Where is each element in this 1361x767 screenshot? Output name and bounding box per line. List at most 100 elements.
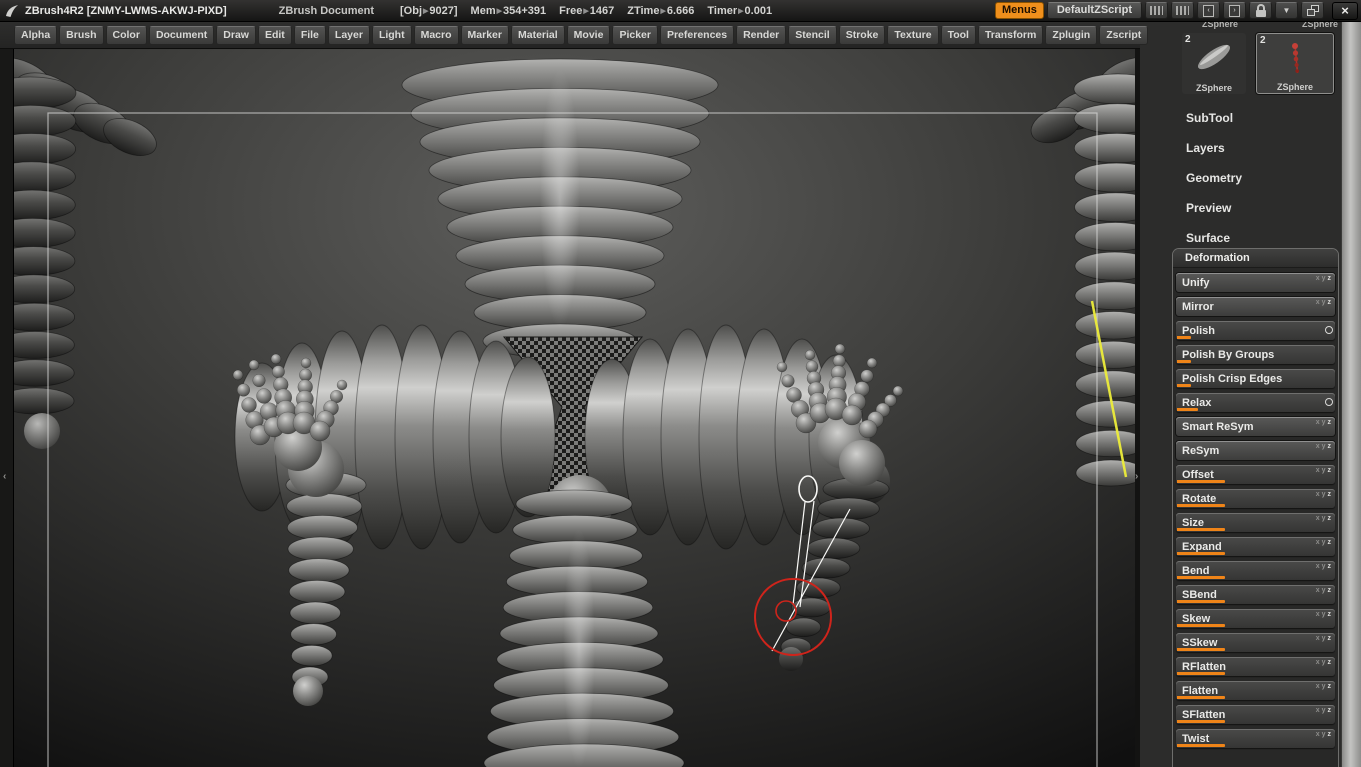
axis-y-toggle[interactable]: y	[1322, 563, 1326, 570]
axis-y-toggle[interactable]: y	[1322, 419, 1326, 426]
menu-file[interactable]: File	[293, 25, 326, 45]
deformation-sflatten[interactable]: SFlatten x y z	[1176, 705, 1335, 724]
axis-z-toggle[interactable]: z	[1328, 635, 1332, 642]
right-scrollbar[interactable]	[1341, 22, 1361, 767]
left-tray-collapse-icon[interactable]: ‹	[3, 472, 6, 482]
restore-window-button[interactable]	[1301, 2, 1324, 19]
axis-y-toggle[interactable]: y	[1322, 587, 1326, 594]
menu-color[interactable]: Color	[105, 25, 147, 45]
axis-x-toggle[interactable]: x	[1316, 683, 1320, 690]
deformation-polish-by-groups[interactable]: Polish By Groups	[1176, 345, 1335, 364]
axis-y-toggle[interactable]: y	[1322, 443, 1326, 450]
menu-draw[interactable]: Draw	[216, 25, 256, 45]
deformation-flatten[interactable]: Flatten x y z	[1176, 681, 1335, 700]
deformation-rotate[interactable]: Rotate x y z	[1176, 489, 1335, 508]
axis-z-toggle[interactable]: z	[1328, 515, 1332, 522]
axis-x-toggle[interactable]: x	[1316, 587, 1320, 594]
deformation-polish[interactable]: Polish	[1176, 321, 1335, 340]
menu-edit[interactable]: Edit	[257, 25, 292, 45]
menu-material[interactable]: Material	[510, 25, 565, 45]
menu-picker[interactable]: Picker	[612, 25, 658, 45]
deformation-smart-resym[interactable]: Smart ReSym x y z	[1176, 417, 1335, 436]
deformation-expand[interactable]: Expand x y z	[1176, 537, 1335, 556]
menu-preferences[interactable]: Preferences	[659, 25, 735, 45]
axis-x-toggle[interactable]: x	[1316, 635, 1320, 642]
menu-render[interactable]: Render	[736, 25, 787, 45]
collapse-ui-button[interactable]: ▼	[1275, 2, 1298, 19]
axis-z-toggle[interactable]: z	[1328, 275, 1332, 282]
axis-x-toggle[interactable]: x	[1316, 467, 1320, 474]
import-document-button[interactable]: ‹	[1197, 2, 1220, 19]
axis-y-toggle[interactable]: y	[1322, 491, 1326, 498]
menu-marker[interactable]: Marker	[460, 25, 509, 45]
menu-zplugin[interactable]: Zplugin	[1045, 25, 1098, 45]
palette-section-subtool[interactable]: SubTool	[1140, 103, 1341, 133]
menu-transform[interactable]: Transform	[977, 25, 1044, 45]
tool-thumbnail-0[interactable]: 2 ZSphere	[1182, 33, 1246, 94]
menu-light[interactable]: Light	[371, 25, 412, 45]
axis-x-toggle[interactable]: x	[1316, 275, 1320, 282]
alt-mode-toggle-icon[interactable]	[1325, 398, 1333, 406]
axis-y-toggle[interactable]: y	[1322, 275, 1326, 282]
axis-z-toggle[interactable]: z	[1328, 683, 1332, 690]
alt-mode-toggle-icon[interactable]	[1325, 326, 1333, 334]
axis-x-toggle[interactable]: x	[1316, 731, 1320, 738]
axis-z-toggle[interactable]: z	[1328, 563, 1332, 570]
axis-z-toggle[interactable]: z	[1328, 467, 1332, 474]
tray-scrub-left-button[interactable]	[1145, 2, 1168, 19]
axis-y-toggle[interactable]: y	[1322, 707, 1326, 714]
axis-z-toggle[interactable]: z	[1328, 299, 1332, 306]
menu-movie[interactable]: Movie	[566, 25, 611, 45]
tool-thumbnail-1[interactable]: 2 ZSphere	[1256, 33, 1334, 94]
axis-z-toggle[interactable]: z	[1328, 539, 1332, 546]
right-tray-collapse-icon[interactable]: ›	[1135, 472, 1138, 482]
menu-alpha[interactable]: Alpha	[14, 25, 58, 45]
axis-x-toggle[interactable]: x	[1316, 659, 1320, 666]
axis-x-toggle[interactable]: x	[1316, 539, 1320, 546]
axis-y-toggle[interactable]: y	[1322, 731, 1326, 738]
menu-zscript[interactable]: Zscript	[1099, 25, 1149, 45]
axis-x-toggle[interactable]: x	[1316, 419, 1320, 426]
axis-z-toggle[interactable]: z	[1328, 419, 1332, 426]
deformation-sbend[interactable]: SBend x y z	[1176, 585, 1335, 604]
menu-stencil[interactable]: Stencil	[788, 25, 837, 45]
deformation-polish-crisp-edges[interactable]: Polish Crisp Edges	[1176, 369, 1335, 388]
deformation-unify[interactable]: Unify x y z	[1176, 273, 1335, 292]
axis-y-toggle[interactable]: y	[1322, 515, 1326, 522]
axis-z-toggle[interactable]: z	[1328, 731, 1332, 738]
axis-x-toggle[interactable]: x	[1316, 563, 1320, 570]
menu-brush[interactable]: Brush	[59, 25, 104, 45]
deformation-skew[interactable]: Skew x y z	[1176, 609, 1335, 628]
axis-z-toggle[interactable]: z	[1328, 659, 1332, 666]
default-zscript-button[interactable]: DefaultZScript	[1046, 2, 1142, 19]
axis-z-toggle[interactable]: z	[1328, 491, 1332, 498]
axis-x-toggle[interactable]: x	[1316, 443, 1320, 450]
axis-z-toggle[interactable]: z	[1328, 443, 1332, 450]
axis-y-toggle[interactable]: y	[1322, 659, 1326, 666]
axis-x-toggle[interactable]: x	[1316, 611, 1320, 618]
axis-x-toggle[interactable]: x	[1316, 707, 1320, 714]
viewport-canvas[interactable]	[14, 49, 1135, 767]
axis-y-toggle[interactable]: y	[1322, 539, 1326, 546]
deformation-relax[interactable]: Relax	[1176, 393, 1335, 412]
axis-x-toggle[interactable]: x	[1316, 515, 1320, 522]
deformation-header[interactable]: Deformation	[1173, 249, 1338, 268]
menus-toggle-button[interactable]: Menus	[994, 2, 1044, 19]
menu-document[interactable]: Document	[148, 25, 215, 45]
deformation-bend[interactable]: Bend x y z	[1176, 561, 1335, 580]
axis-y-toggle[interactable]: y	[1322, 299, 1326, 306]
deformation-twist[interactable]: Twist x y z	[1176, 729, 1335, 748]
palette-section-layers[interactable]: Layers	[1140, 133, 1341, 163]
deformation-rflatten[interactable]: RFlatten x y z	[1176, 657, 1335, 676]
axis-z-toggle[interactable]: z	[1328, 707, 1332, 714]
deformation-mirror[interactable]: Mirror x y z	[1176, 297, 1335, 316]
menu-tool[interactable]: Tool	[940, 25, 976, 45]
axis-y-toggle[interactable]: y	[1322, 467, 1326, 474]
palette-section-geometry[interactable]: Geometry	[1140, 163, 1341, 193]
axis-x-toggle[interactable]: x	[1316, 491, 1320, 498]
axis-z-toggle[interactable]: z	[1328, 611, 1332, 618]
deformation-resym[interactable]: ReSym x y z	[1176, 441, 1335, 460]
tray-scrub-right-button[interactable]	[1171, 2, 1194, 19]
lock-button[interactable]	[1249, 2, 1272, 19]
axis-y-toggle[interactable]: y	[1322, 683, 1326, 690]
